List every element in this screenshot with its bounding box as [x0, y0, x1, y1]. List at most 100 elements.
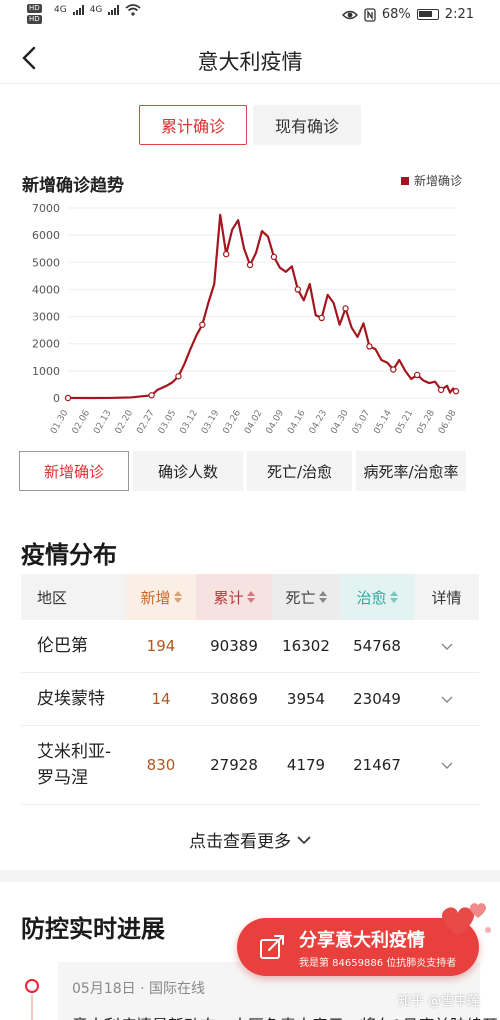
- x-tick-label: 01.30: [49, 408, 71, 436]
- region-table: 地区 新增 累计 死亡 治愈 详情 伦巴第 194 90389 16302 54…: [21, 574, 479, 805]
- news-meta: 05月18日 · 国际在线: [72, 981, 205, 997]
- legend-label: 新增确诊: [413, 174, 462, 188]
- nfc-icon: [364, 7, 376, 22]
- x-tick-label: 06.08: [437, 408, 459, 436]
- x-tick-label: 05.07: [351, 409, 373, 436]
- network-label-1: 4G: [54, 5, 67, 15]
- data-point: [390, 366, 397, 373]
- data-point: [318, 314, 325, 322]
- table-row[interactable]: 伦巴第 194 90389 16302 54768: [21, 620, 479, 673]
- share-icon: [260, 935, 284, 959]
- tab-confirmed-count[interactable]: 确诊人数: [133, 451, 243, 491]
- show-more-button[interactable]: 点击查看更多: [0, 827, 500, 852]
- table-row[interactable]: 皮埃蒙特 14 30869 3954 23049: [21, 673, 479, 726]
- row-total: 27928: [210, 756, 258, 774]
- header-total-sort[interactable]: 累计: [196, 574, 272, 620]
- news-text: 意大利疫情最新动态：大区负责人表示，将在1月底前陆续开放: [72, 1012, 500, 1020]
- x-tick-label: 02.20: [114, 408, 136, 436]
- progress-title: 防控实时进展: [21, 915, 165, 943]
- status-bar: HD HD 4G 4G 68% 2:21: [0, 0, 500, 32]
- x-tick-label: 02.06: [71, 408, 93, 436]
- data-point: [246, 261, 254, 269]
- eye-icon: [341, 10, 358, 19]
- sort-icon: [246, 591, 255, 603]
- row-expand[interactable]: [414, 693, 479, 705]
- y-tick-label: 0: [53, 392, 60, 405]
- y-tick-label: 5000: [32, 256, 60, 269]
- signal-icon: [72, 5, 84, 15]
- x-tick-label: 05.14: [372, 408, 394, 436]
- x-tick-label: 03.12: [178, 409, 200, 436]
- signal-icon-2: [108, 5, 120, 15]
- metric-tabs: 新增确诊 确诊人数 死亡/治愈 病死率/治愈率: [19, 451, 466, 491]
- x-tick-label: 04.16: [286, 408, 308, 436]
- tab-death-cure[interactable]: 死亡/治愈: [247, 451, 352, 491]
- sort-icon: [389, 591, 398, 603]
- y-tick-label: 4000: [32, 283, 60, 296]
- row-region: 艾米利亚- 罗马涅: [21, 739, 126, 791]
- header-death-label: 死亡: [285, 588, 316, 607]
- row-death: 4179: [286, 756, 326, 774]
- header-cure-label: 治愈: [356, 588, 387, 607]
- share-title: 分享意大利疫情: [299, 930, 425, 951]
- tab-current-confirmed[interactable]: 现有确诊: [253, 105, 361, 145]
- x-tick-label: 02.27: [135, 409, 157, 436]
- row-new: 830: [146, 756, 176, 774]
- nav-bar: 意大利疫情: [0, 32, 500, 84]
- battery-icon: [416, 9, 439, 20]
- row-cure: 23049: [353, 690, 401, 708]
- tab-cumulative-confirmed[interactable]: 累计确诊: [139, 105, 247, 145]
- row-new: 194: [146, 637, 176, 655]
- data-point: [414, 371, 421, 379]
- chart-legend[interactable]: 新增确诊: [400, 172, 462, 189]
- distribution-title: 疫情分布: [21, 541, 117, 569]
- data-point: [437, 386, 445, 394]
- show-more-label: 点击查看更多: [189, 832, 291, 852]
- x-tick-label: 03.05: [157, 409, 179, 436]
- row-total: 90389: [210, 637, 258, 655]
- data-point: [366, 343, 373, 350]
- header-death-sort[interactable]: 死亡: [272, 574, 340, 620]
- row-expand[interactable]: [414, 759, 479, 771]
- row-cure: 54768: [353, 637, 401, 655]
- wifi-icon: [125, 4, 141, 16]
- new-cases-chart[interactable]: 0100020003000400050006000700001.30 02.06 0…: [0, 195, 500, 440]
- timeline-line: [31, 995, 33, 1020]
- data-point: [270, 253, 278, 261]
- hd-label-2: HD: [27, 15, 42, 24]
- clock: 2:21: [444, 7, 474, 22]
- data-point: [64, 394, 72, 402]
- y-tick-label: 1000: [32, 365, 60, 378]
- sort-icon: [318, 591, 327, 603]
- header-region-label: 地区: [37, 588, 68, 607]
- header-new-sort[interactable]: 新增: [126, 574, 196, 620]
- stat-type-toggle: 累计确诊 现有确诊: [139, 105, 361, 145]
- row-death: 3954: [286, 690, 326, 708]
- header-cure-sort[interactable]: 治愈: [340, 574, 414, 620]
- header-total-label: 累计: [213, 588, 244, 607]
- chevron-down-icon: [441, 762, 452, 769]
- x-tick-label: 05.21: [394, 409, 416, 436]
- row-expand[interactable]: [414, 640, 479, 652]
- hd-label-1: HD: [27, 4, 42, 13]
- row-death: 16302: [282, 637, 330, 655]
- chevron-down-icon: [441, 696, 452, 703]
- x-tick-label: 04.09: [265, 408, 287, 436]
- tab-fatality-cure-rate[interactable]: 病死率/治愈率: [356, 451, 466, 491]
- row-region: 皮埃蒙特: [37, 689, 105, 709]
- data-point: [294, 286, 302, 293]
- y-tick-label: 7000: [32, 202, 60, 215]
- y-tick-label: 6000: [32, 229, 60, 242]
- y-tick-label: 3000: [32, 311, 60, 324]
- tab-new-confirmed[interactable]: 新增确诊: [19, 451, 129, 491]
- status-bar-left: HD HD 4G 4G: [27, 4, 141, 24]
- data-point: [452, 388, 460, 395]
- x-tick-label: 04.23: [308, 409, 330, 436]
- table-row[interactable]: 艾米利亚- 罗马涅 830 27928 4179 21467: [21, 726, 479, 805]
- row-total: 30869: [210, 690, 258, 708]
- data-point: [199, 321, 206, 328]
- chart-title: 新增确诊趋势: [22, 176, 124, 196]
- header-detail-label: 详情: [431, 588, 462, 607]
- x-tick-label: 02.13: [92, 409, 114, 436]
- row-region: 伦巴第: [37, 636, 88, 656]
